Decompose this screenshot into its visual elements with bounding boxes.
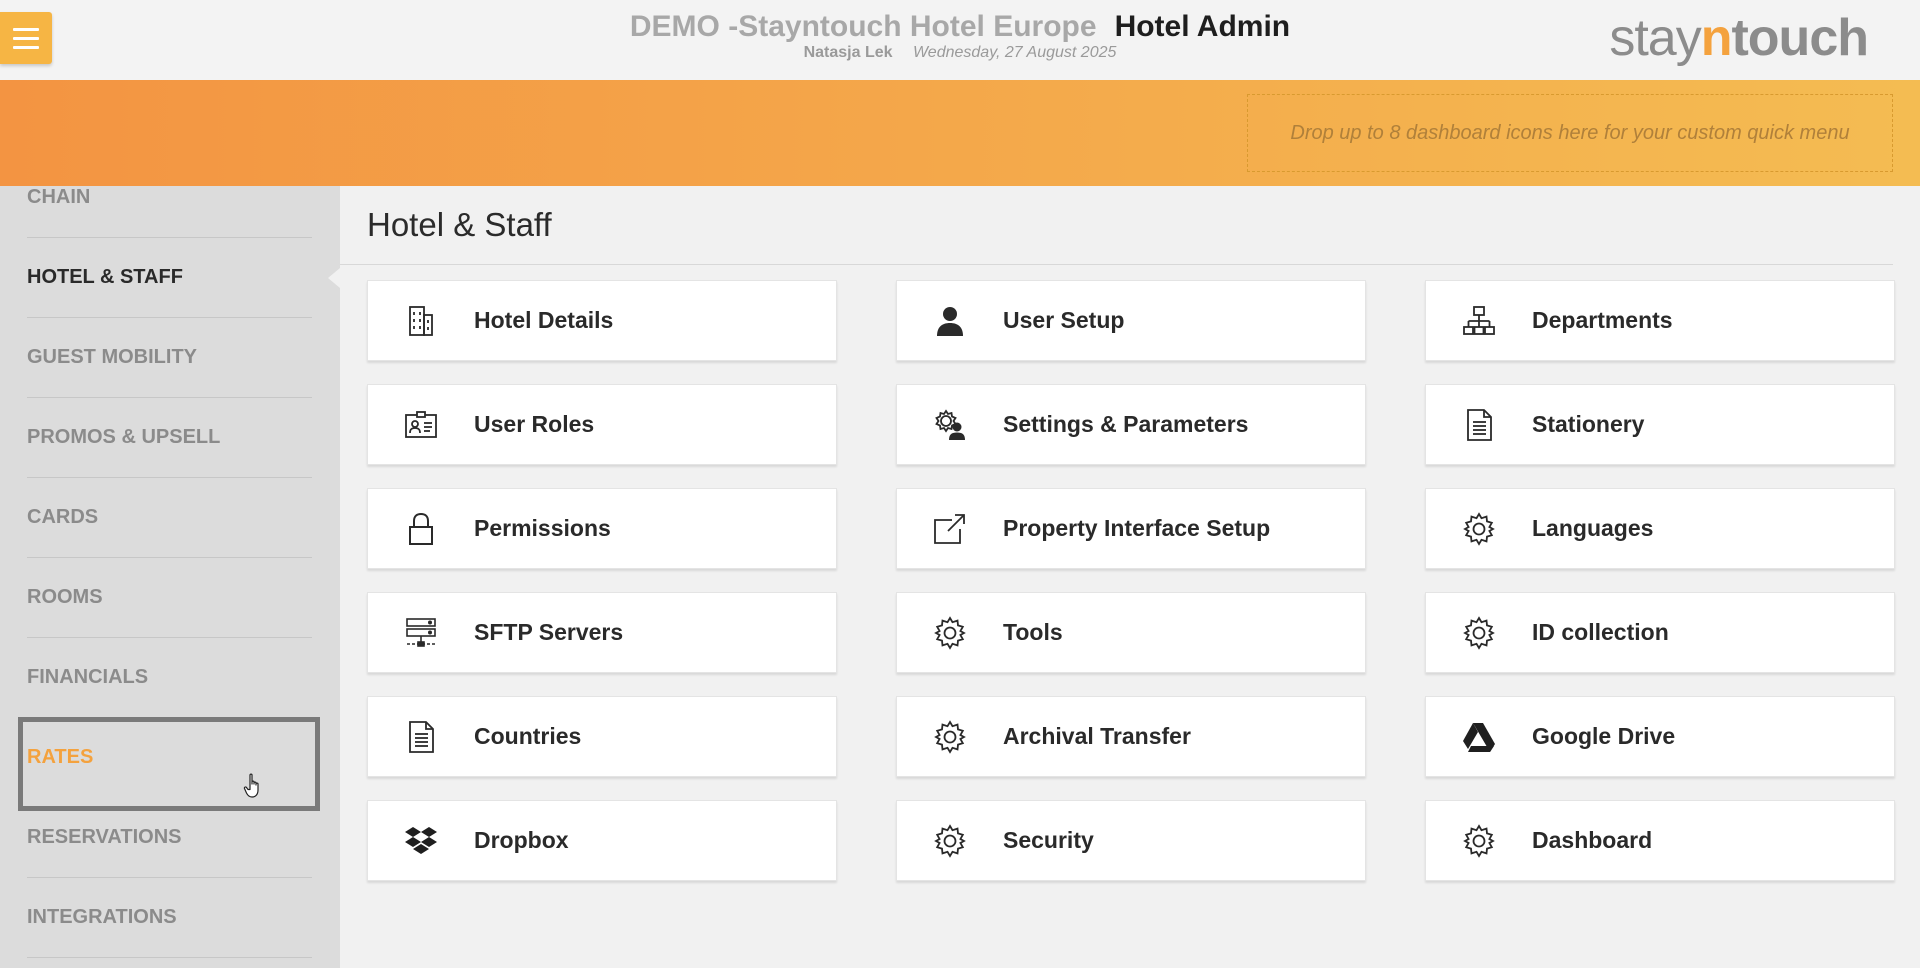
sidebar: CHAIN HOTEL & STAFF GUEST MOBILITY PROMO… [0,186,340,968]
tile-departments[interactable]: Departments [1425,280,1895,361]
sidebar-item-integrations[interactable]: INTEGRATIONS [27,878,312,958]
quick-menu-dropzone[interactable]: Drop up to 8 dashboard icons here for yo… [1247,94,1893,172]
lock-icon [402,510,440,548]
tile-languages[interactable]: Languages [1425,488,1895,569]
tile-user-roles[interactable]: User Roles [367,384,837,465]
page-title: Hotel & Staff [367,206,552,243]
sidebar-item-hotel-staff[interactable]: HOTEL & STAFF [27,238,340,318]
tile-label: User Roles [474,411,595,437]
tile-label: Google Drive [1532,723,1676,749]
sidebar-item-rates[interactable]: RATES [27,718,312,798]
sidebar-item-financials[interactable]: FINANCIALS [27,638,312,718]
tile-label: Security [1003,827,1094,853]
tile-label: Hotel Details [474,307,614,333]
user-icon [931,302,969,340]
tile-label: SFTP Servers [474,619,624,645]
tile-tools[interactable]: Tools [896,592,1366,673]
id-card-icon [402,406,440,444]
gear-icon [1460,614,1498,652]
title-divider [340,264,1893,265]
logo-part-stay: stay [1609,9,1701,67]
gear-icon [1460,510,1498,548]
building-icon [402,302,440,340]
tile-dropbox[interactable]: Dropbox [367,800,837,881]
tile-property-interface-setup[interactable]: Property Interface Setup [896,488,1366,569]
tile-label: User Setup [1003,307,1125,333]
tile-dashboard[interactable]: Dashboard [1425,800,1895,881]
tile-label: Languages [1532,515,1654,541]
user-name: Natasja Lek [803,44,893,61]
tile-hotel-details[interactable]: Hotel Details [367,280,837,361]
tile-label: Settings & Parameters [1003,411,1249,437]
tile-user-setup[interactable]: User Setup [896,280,1366,361]
tile-security[interactable]: Security [896,800,1366,881]
google-drive-icon [1460,718,1498,756]
user-gear-icon [931,406,969,444]
gear-icon [931,822,969,860]
tile-sftp-servers[interactable]: SFTP Servers [367,592,837,673]
tile-label: Stationery [1532,411,1645,437]
sidebar-item-reservations[interactable]: RESERVATIONS [27,798,312,878]
sidebar-item-rooms[interactable]: ROOMS [27,558,312,638]
hotel-name[interactable]: DEMO -Stayntouch Hotel Europe [630,10,1097,43]
tile-label: Dropbox [474,827,569,853]
document-icon [1460,406,1498,444]
org-chart-icon [1460,302,1498,340]
dropbox-icon [402,822,440,860]
sidebar-item-guest-mobility[interactable]: GUEST MOBILITY [27,318,312,398]
logo-part-n: n [1700,9,1733,67]
tile-settings-parameters[interactable]: Settings & Parameters [896,384,1366,465]
tile-label: Dashboard [1532,827,1653,853]
gear-icon [931,718,969,756]
app-title: Hotel Admin [1114,10,1291,43]
hand-pointer-cursor-icon [243,773,259,798]
document-icon [402,718,440,756]
tile-label: Permissions [474,515,611,541]
stayntouch-logo: stayntouch [1609,8,1869,68]
current-date: Wednesday, 27 August 2025 [912,44,1117,61]
tile-label: Countries [474,723,582,749]
tile-id-collection[interactable]: ID collection [1425,592,1895,673]
tile-label: Property Interface Setup [1003,515,1271,541]
logo-part-touch: touch [1731,9,1869,67]
tile-google-drive[interactable]: Google Drive [1425,696,1895,777]
tile-label: ID collection [1532,619,1669,645]
sidebar-item-promos-upsell[interactable]: PROMOS & UPSELL [27,398,312,478]
tile-label: Tools [1003,619,1063,645]
gear-icon [931,614,969,652]
gear-icon [1460,822,1498,860]
tile-label: Departments [1532,307,1673,333]
tile-countries[interactable]: Countries [367,696,837,777]
tile-label: Archival Transfer [1003,723,1191,749]
sidebar-item-chain[interactable]: CHAIN [27,158,312,238]
external-link-icon [931,510,969,548]
top-header: DEMO -Stayntouch Hotel Europe Hotel Admin… [0,0,1920,80]
tile-archival-transfer[interactable]: Archival Transfer [896,696,1366,777]
server-icon [402,614,440,652]
tile-stationery[interactable]: Stationery [1425,384,1895,465]
tile-permissions[interactable]: Permissions [367,488,837,569]
sidebar-item-cards[interactable]: CARDS [27,478,312,558]
